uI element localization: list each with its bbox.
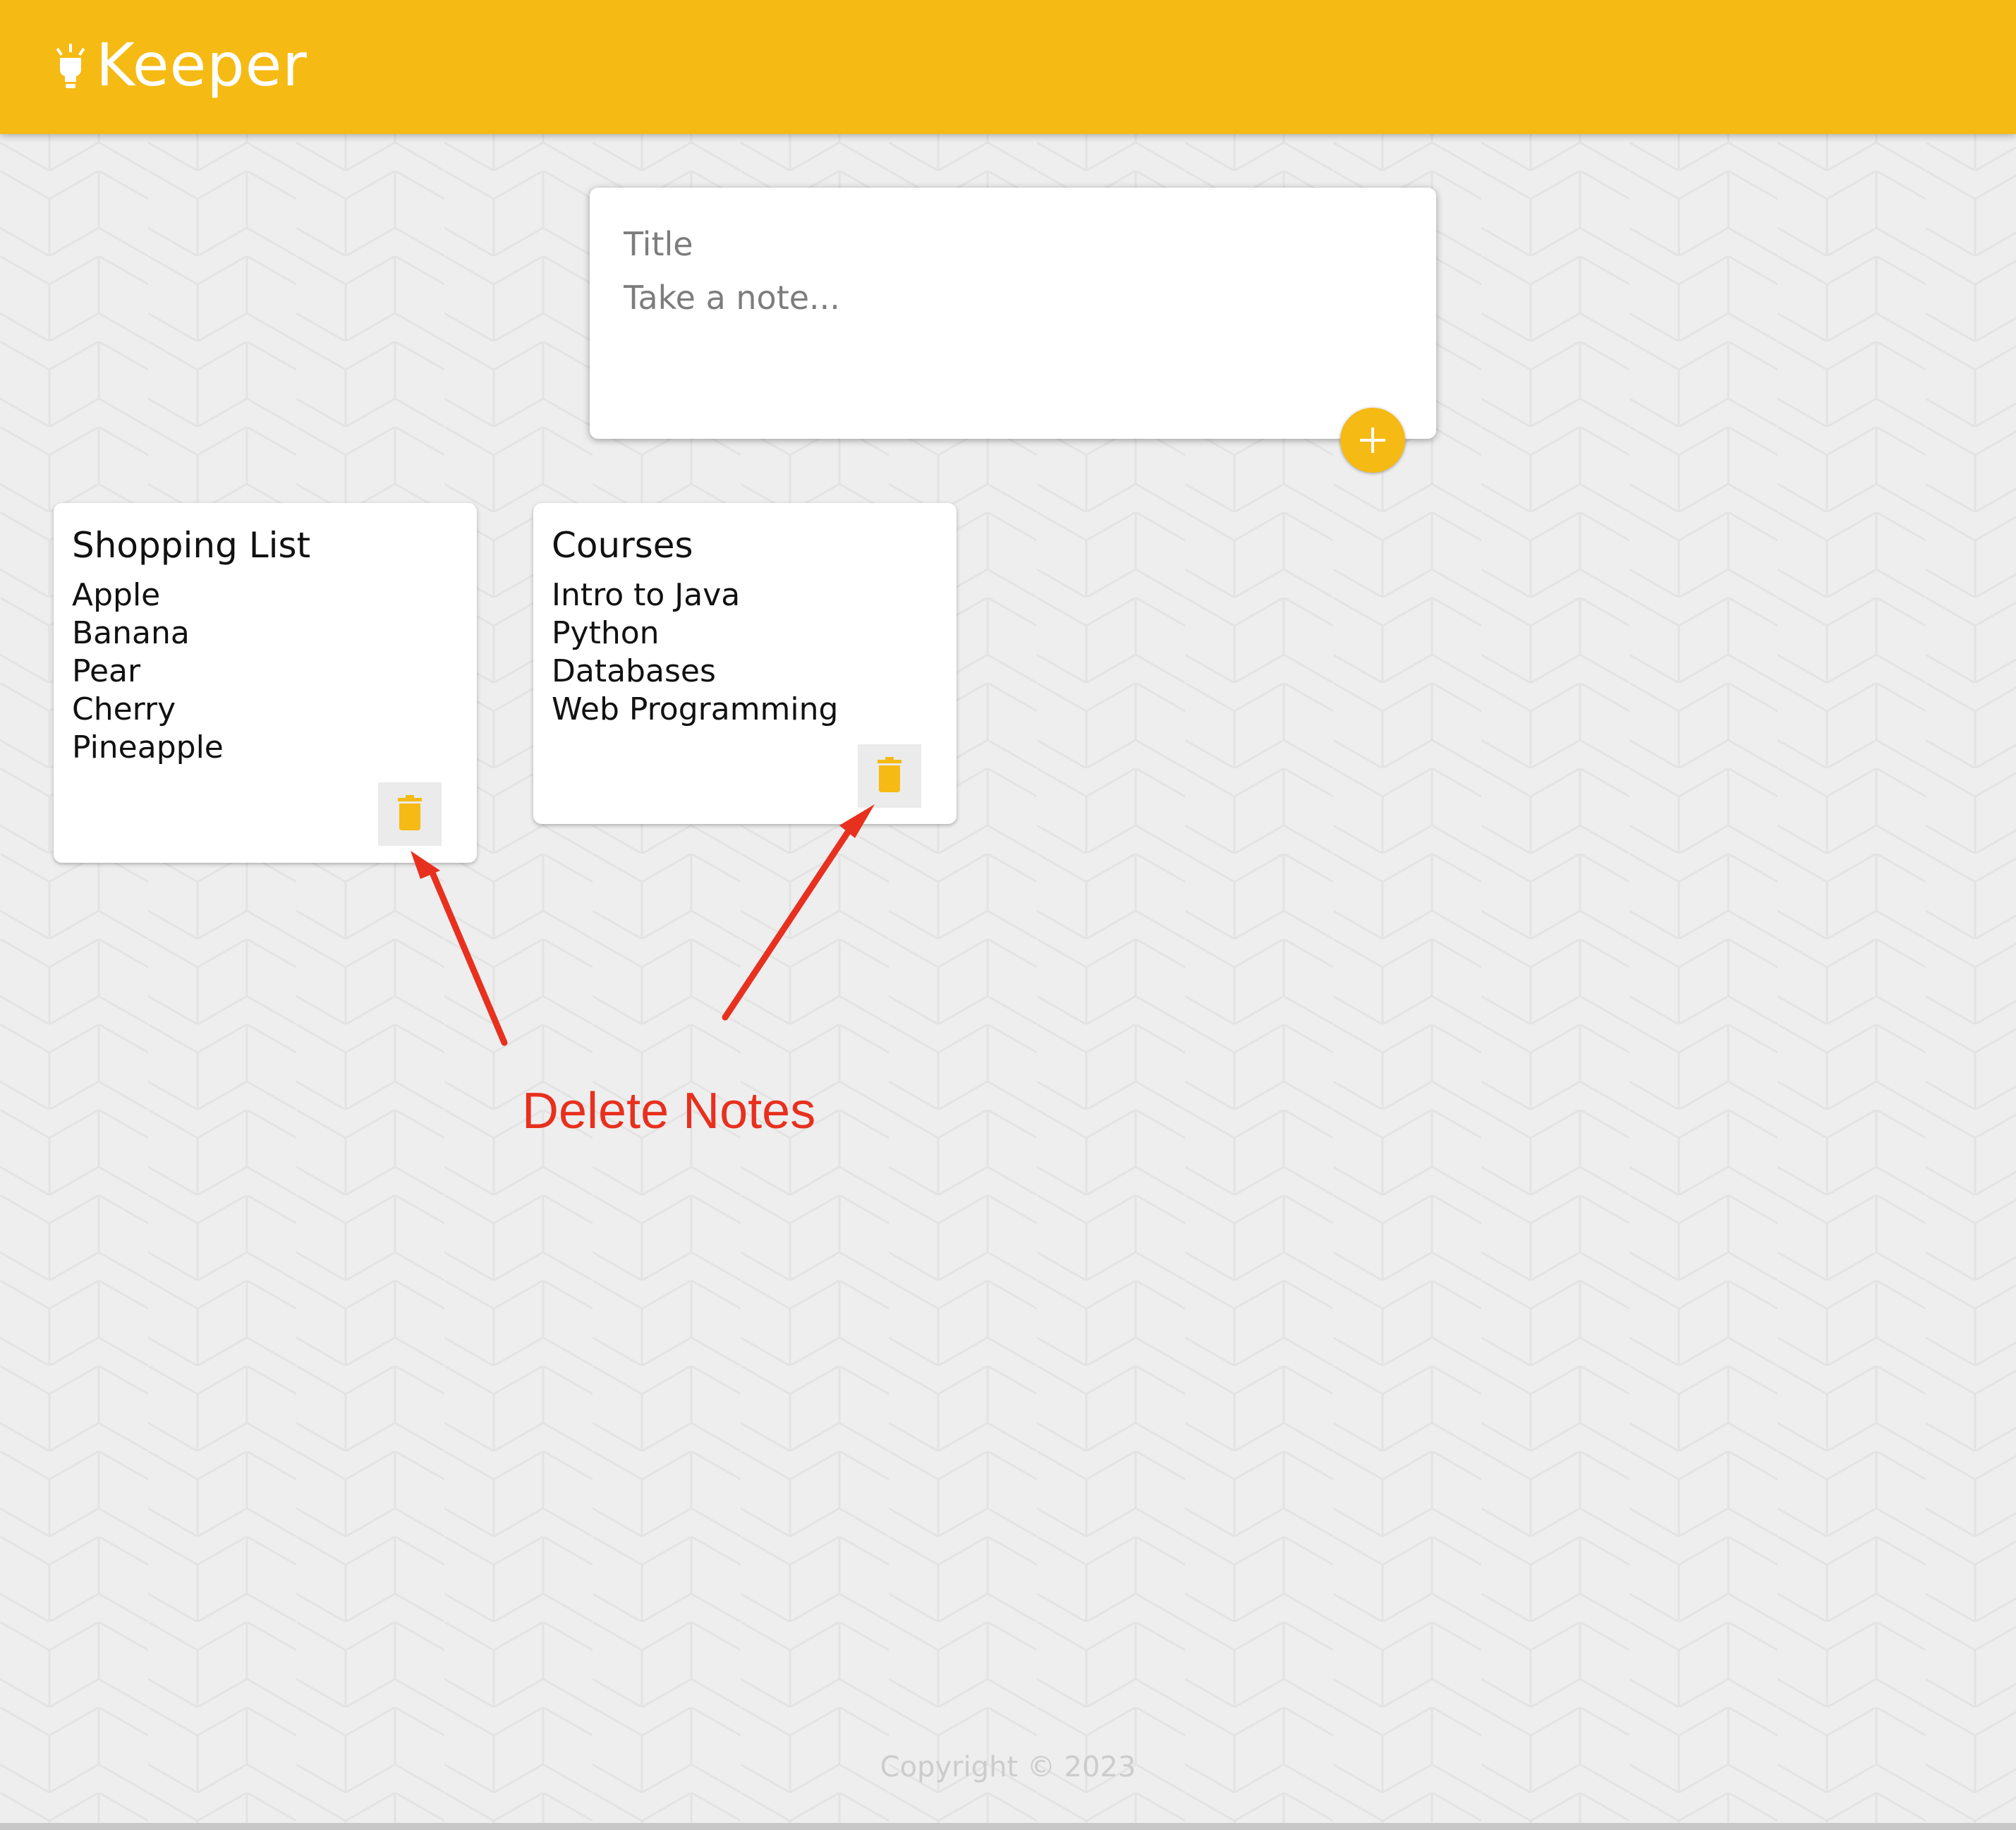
note-line: Banana bbox=[72, 615, 190, 651]
note-title: Courses bbox=[552, 525, 693, 566]
note-line: Pineapple bbox=[72, 729, 224, 765]
trash-icon bbox=[398, 795, 422, 830]
note-line: Pear bbox=[72, 653, 141, 689]
plus-icon bbox=[1360, 428, 1385, 453]
note-line: Databases bbox=[552, 653, 716, 689]
note-content: Apple Banana Pear Cherry Pineapple bbox=[72, 576, 224, 767]
note-title-input[interactable] bbox=[624, 216, 1399, 272]
add-note-button[interactable] bbox=[1340, 408, 1405, 473]
trash-icon bbox=[878, 757, 901, 792]
bottom-border bbox=[0, 1823, 2016, 1830]
app-logo-title: Keeper bbox=[96, 30, 308, 99]
delete-note-button[interactable] bbox=[858, 744, 921, 808]
create-note-form bbox=[590, 188, 1436, 439]
app-header: Keeper bbox=[0, 0, 2016, 134]
note-card: Courses Intro to Java Python Databases W… bbox=[533, 503, 957, 824]
note-line: Cherry bbox=[72, 691, 176, 727]
note-title: Shopping List bbox=[72, 525, 311, 566]
note-line: Intro to Java bbox=[552, 577, 741, 613]
note-card: Shopping List Apple Banana Pear Cherry P… bbox=[54, 503, 477, 863]
note-line: Python bbox=[552, 615, 660, 651]
lightbulb-icon bbox=[56, 44, 85, 88]
note-content-input[interactable] bbox=[624, 269, 1399, 382]
delete-note-button[interactable] bbox=[378, 782, 442, 846]
delete-notes-annotation: Delete Notes bbox=[522, 1083, 816, 1139]
note-line: Web Programming bbox=[552, 691, 839, 727]
note-line: Apple bbox=[72, 577, 161, 613]
note-content: Intro to Java Python Databases Web Progr… bbox=[552, 576, 838, 729]
footer-copyright: Copyright © 2023 bbox=[880, 1751, 1136, 1783]
